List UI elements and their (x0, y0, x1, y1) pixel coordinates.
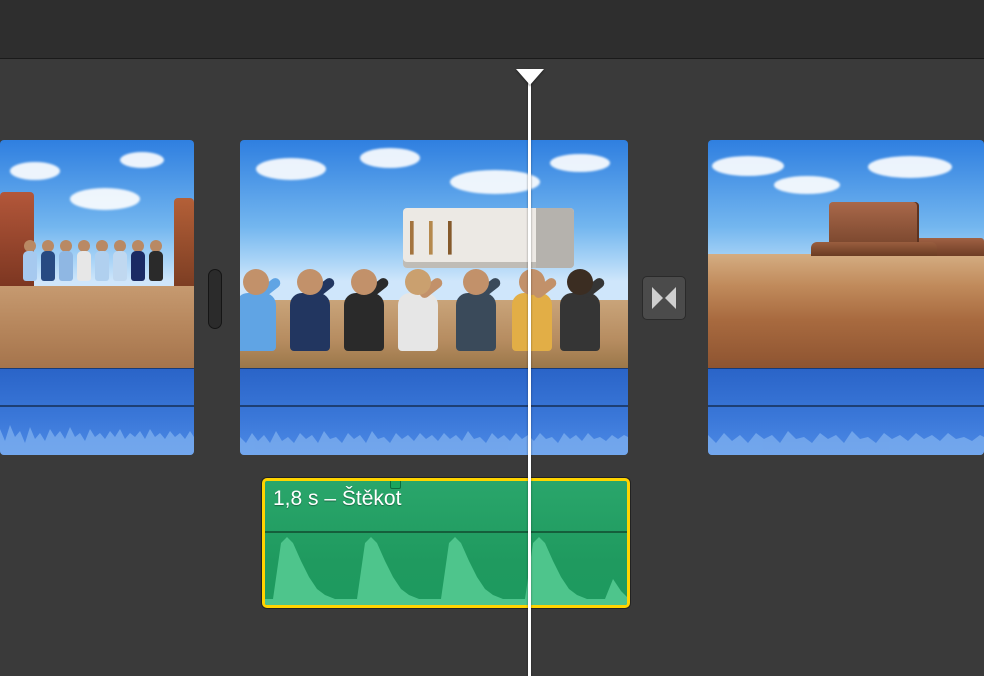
video-clip[interactable] (240, 140, 628, 455)
clip-audio-waveform[interactable] (0, 368, 194, 455)
audio-clip-separator: – (319, 487, 342, 510)
audio-clip-name: Štěkot (342, 487, 402, 510)
clip-edge-trim-handle[interactable] (209, 270, 221, 328)
timeline[interactable]: 1,8 s – Štěkot (0, 0, 984, 676)
audio-clip-waveform[interactable] (265, 533, 627, 605)
clip-thumbnail (240, 140, 628, 368)
video-clip[interactable] (708, 140, 984, 455)
video-clip[interactable] (0, 140, 194, 455)
playhead-marker-icon[interactable] (516, 69, 544, 85)
audio-clip-label: 1,8 s – Štěkot (273, 487, 401, 511)
clip-thumbnail (708, 140, 984, 368)
audio-clip-duration: 1,8 s (273, 487, 319, 510)
audio-clip-selected[interactable]: 1,8 s – Štěkot (262, 478, 630, 608)
playhead[interactable] (528, 70, 531, 676)
transition-icon[interactable] (642, 276, 686, 320)
clip-audio-waveform[interactable] (708, 368, 984, 455)
clip-thumbnail (0, 140, 194, 368)
clip-audio-waveform[interactable] (240, 368, 628, 455)
